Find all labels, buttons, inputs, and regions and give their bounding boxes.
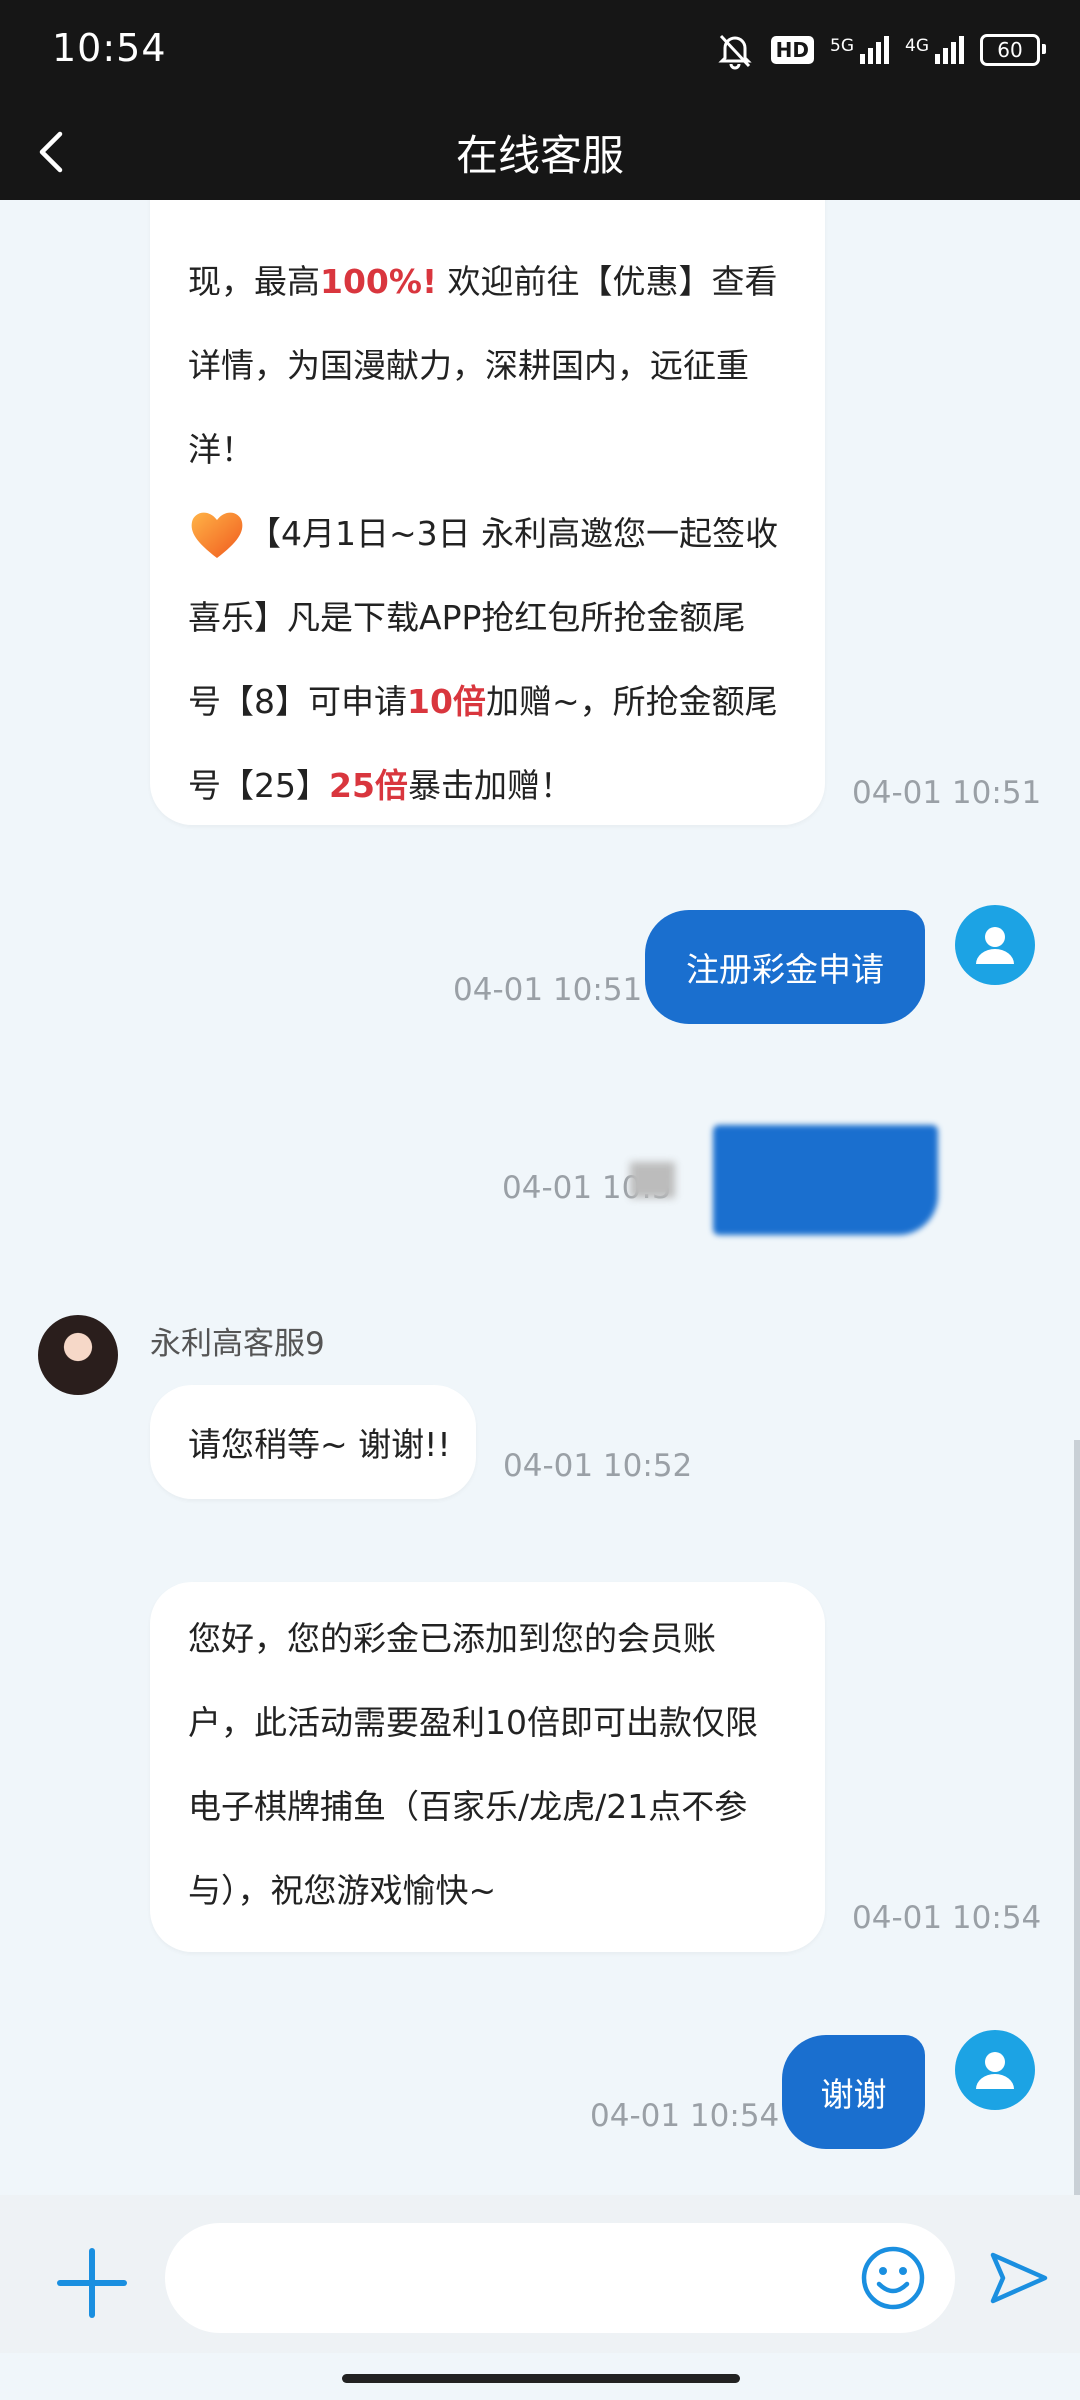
message-text: 请您稍等~ 谢谢!!: [188, 1425, 451, 1464]
message-line: 户，此活动需要盈利10倍即可出款仅限: [188, 1703, 758, 1742]
message-line: 您好，您的彩金已添加到您的会员账: [188, 1619, 716, 1658]
mute-bell-icon: [718, 34, 752, 70]
blurred-user-message[interactable]: [713, 1125, 938, 1235]
user-message-bubble[interactable]: 注册彩金申请: [645, 910, 925, 1024]
message-line: 与），祝您游戏愉快~: [188, 1871, 497, 1910]
page-title: 在线客服: [455, 131, 624, 180]
scrollbar[interactable]: [1074, 1440, 1080, 2200]
send-icon[interactable]: [985, 2245, 1051, 2311]
agent-name: 永利高客服9: [150, 1326, 325, 1362]
message-line: 现，最高100%! 欢迎前往【优惠】查看: [188, 262, 778, 301]
blurred-region: [630, 1162, 675, 1198]
input-bar: [0, 2195, 1080, 2353]
agent-avatar[interactable]: [38, 1315, 118, 1395]
message-line: 号【25】25倍暴击加赠！: [188, 766, 573, 805]
message-line: 号【8】可申请10倍加赠~，所抢金额尾: [188, 682, 778, 721]
user-icon: [976, 2052, 1014, 2089]
heart-icon: [191, 512, 243, 558]
signal-4g-icon: 4G: [905, 36, 964, 64]
emoji-icon[interactable]: [860, 2245, 926, 2311]
user-avatar: [955, 2030, 1035, 2110]
user-icon: [976, 927, 1014, 964]
home-indicator[interactable]: [342, 2374, 740, 2383]
plus-icon[interactable]: [52, 2243, 132, 2323]
message-text: 注册彩金申请: [686, 950, 884, 989]
message-timestamp: 04-01 10:51: [453, 972, 643, 1008]
highlight-text: 100%!: [320, 262, 437, 301]
highlight-text: 25倍: [329, 766, 408, 805]
agent-message-bubble[interactable]: 请您稍等~ 谢谢!!: [150, 1385, 476, 1499]
status-icons: HD 5G 4G 60: [715, 28, 1046, 72]
net-label-5g: 5G: [830, 36, 854, 56]
agent-message-bubble[interactable]: 现，最高100%! 欢迎前往【优惠】查看 详情，为国漫献力，深耕国内，远征重 洋…: [150, 200, 825, 825]
battery-icon: 60: [980, 34, 1046, 66]
nav-bar: 在线客服: [0, 100, 1080, 200]
message-input[interactable]: [165, 2223, 955, 2333]
agent-message-bubble[interactable]: 您好，您的彩金已添加到您的会员账 户，此活动需要盈利10倍即可出款仅限 电子棋牌…: [150, 1582, 825, 1952]
message-line: 喜乐】凡是下载APP抢红包所抢金额尾: [188, 598, 746, 637]
battery-level: 60: [997, 38, 1023, 62]
user-avatar: [955, 905, 1035, 985]
message-timestamp: 04-01 10:54: [852, 1900, 1042, 1936]
message-timestamp: 04-01 10:54: [590, 2098, 780, 2134]
message-line: 详情，为国漫献力，深耕国内，远征重: [188, 346, 749, 385]
hd-badge: HD: [770, 36, 814, 64]
message-timestamp: 04-01 10:52: [503, 1448, 693, 1484]
status-time: 10:54: [52, 26, 167, 70]
message-line: 洋！: [188, 430, 254, 469]
status-bar: 10:54 HD 5G 4G 60: [0, 0, 1080, 100]
chat-area[interactable]: 现，最高100%! 欢迎前往【优惠】查看 详情，为国漫献力，深耕国内，远征重 洋…: [0, 200, 1080, 2195]
message-line: 电子棋牌捕鱼（百家乐/龙虎/21点不参: [188, 1787, 748, 1826]
user-message-bubble[interactable]: 谢谢: [782, 2035, 925, 2149]
message-text: 谢谢: [820, 2075, 887, 2114]
net-label-4g: 4G: [905, 36, 929, 56]
message-line: 【4月1日~3日 永利高邀您一起签收: [188, 492, 808, 576]
message-timestamp: 04-01 10:51: [852, 775, 1042, 811]
signal-5g-icon: 5G: [830, 36, 889, 64]
highlight-text: 10倍: [407, 682, 486, 721]
